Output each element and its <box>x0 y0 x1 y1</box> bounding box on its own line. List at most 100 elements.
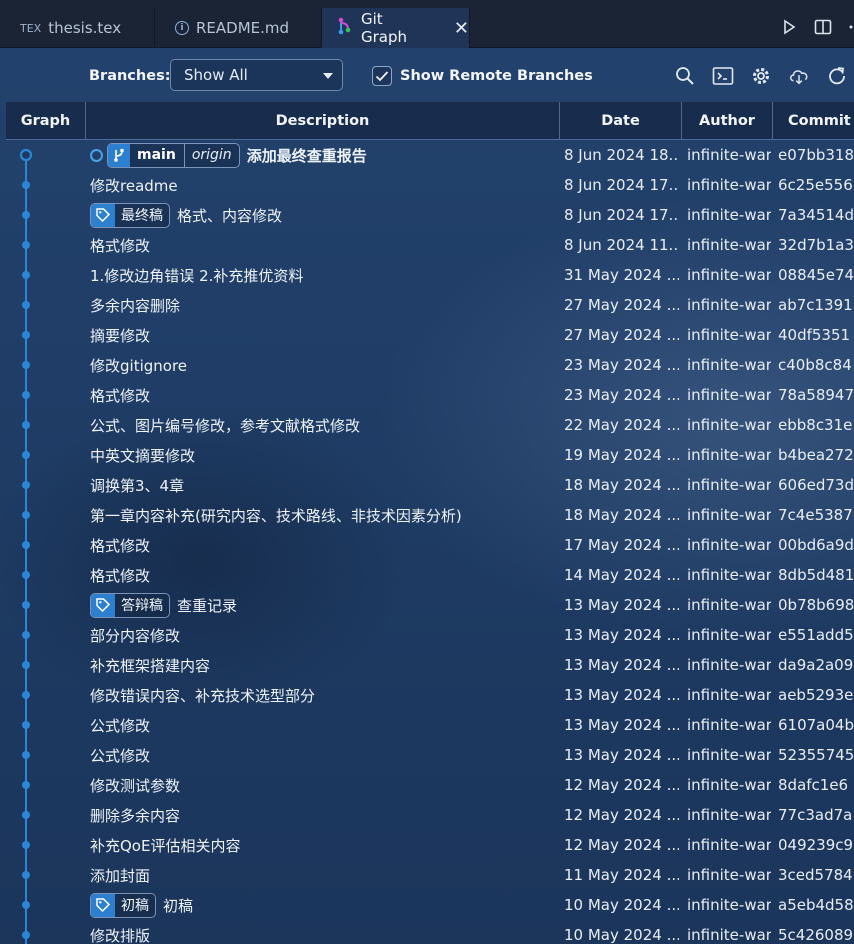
run-icon[interactable] <box>780 18 798 36</box>
tag-label[interactable]: 最终稿 <box>90 202 170 228</box>
commit-description: 格式修改 <box>90 230 150 260</box>
commit-date: 13 May 2024 ... <box>564 686 679 704</box>
commit-row[interactable]: 公式、图片编号修改，参考文献格式修改 22 May 2024 ... infinit… <box>0 410 854 440</box>
info-icon: i <box>175 21 189 35</box>
commit-row[interactable]: 调换第3、4章 18 May 2024 ... infinite-war 606ed7… <box>0 470 854 500</box>
commit-author: infinite-war <box>687 236 771 254</box>
commit-hash: e551add5 <box>778 626 854 644</box>
commit-row[interactable]: 删除多余内容 12 May 2024 ... infinite-war 77c3ad7… <box>0 800 854 830</box>
split-editor-icon[interactable] <box>814 18 832 36</box>
commit-author: infinite-war <box>687 716 771 734</box>
commit-row[interactable]: 补充QoE评估相关内容 12 May 2024 ... infinite-war 04… <box>0 830 854 860</box>
commit-author: infinite-war <box>687 416 771 434</box>
toolbar <box>674 65 848 87</box>
tab-readme[interactable]: i README.md <box>155 8 322 48</box>
column-header-author[interactable]: Author <box>682 102 773 140</box>
commit-author: infinite-war <box>687 626 771 644</box>
commit-description: 最终稿 格式、内容修改 <box>90 200 282 230</box>
show-remote-branches-checkbox[interactable] <box>372 66 392 86</box>
commit-description: 中英文摘要修改 <box>90 440 195 470</box>
commit-row[interactable]: 多余内容删除 27 May 2024 ... infinite-war ab7c139… <box>0 290 854 320</box>
commit-row[interactable]: 公式修改 13 May 2024 ... infinite-war 6107a04b <box>0 710 854 740</box>
column-header-description[interactable]: Description <box>86 102 560 140</box>
commit-hash: 0b78b698 <box>778 596 854 614</box>
tag-label[interactable]: 答辩稿 <box>90 592 170 618</box>
commit-description: 修改gitignore <box>90 350 187 380</box>
commit-row[interactable]: 添加封面 11 May 2024 ... infinite-war 3ced5784 <box>0 860 854 890</box>
commit-row[interactable]: 答辩稿 查重记录 13 May 2024 ... infinite-war 0b78b6… <box>0 590 854 620</box>
fetch-cloud-icon[interactable] <box>788 65 810 87</box>
tag-name: 初稿 <box>121 898 149 914</box>
commit-date: 8 Jun 2024 17... <box>564 176 679 194</box>
commit-row[interactable]: 格式修改 8 Jun 2024 11... infinite-war 32d7b1a3 <box>0 230 854 260</box>
chevron-down-icon <box>323 73 333 79</box>
commit-author: infinite-war <box>687 536 771 554</box>
commit-hash: 77c3ad7a <box>778 806 853 824</box>
commit-author: infinite-war <box>687 926 771 944</box>
refresh-icon[interactable] <box>826 65 848 87</box>
commit-row[interactable]: 初稿 初稿 10 May 2024 ... infinite-war a5eb4d58 <box>0 890 854 920</box>
tag-icon <box>91 893 115 917</box>
commit-description: 公式、图片编号修改，参考文献格式修改 <box>90 410 360 440</box>
commit-date: 23 May 2024 ... <box>564 386 679 404</box>
column-header-date[interactable]: Date <box>560 102 682 140</box>
tag-icon <box>91 593 115 617</box>
commit-hash: 08845e74 <box>778 266 854 284</box>
commit-row[interactable]: 部分内容修改 13 May 2024 ... infinite-war e551add… <box>0 620 854 650</box>
commit-table-header: Graph Description Date Author Commit <box>6 102 854 140</box>
commit-message: 1.修改边角错误 2.补充推优资料 <box>90 266 304 285</box>
column-header-commit[interactable]: Commit <box>773 102 854 140</box>
commit-row[interactable]: 格式修改 17 May 2024 ... infinite-war 00bd6a9d <box>0 530 854 560</box>
commit-hash: 7c4e5387 <box>778 506 853 524</box>
commit-row[interactable]: 第一章内容补充(研究内容、技术路线、非技术因素分析) 18 May 2024 ..… <box>0 500 854 530</box>
commit-row[interactable]: 中英文摘要修改 19 May 2024 ... infinite-war b4bea2… <box>0 440 854 470</box>
column-header-graph[interactable]: Graph <box>6 102 86 140</box>
commit-row[interactable]: main origin 添加最终查重报告 8 Jun 2024 18... infini… <box>0 140 854 170</box>
gear-icon[interactable] <box>750 65 772 87</box>
branch-label-main[interactable]: main origin <box>107 142 240 168</box>
commit-date: 18 May 2024 ... <box>564 476 679 494</box>
commit-date: 13 May 2024 ... <box>564 626 679 644</box>
commit-date: 13 May 2024 ... <box>564 716 679 734</box>
branches-dropdown[interactable]: Show All <box>170 59 343 91</box>
commit-hash: da9a2a09 <box>778 656 854 674</box>
commit-message: 公式修改 <box>90 746 151 765</box>
commit-author: infinite-war <box>687 206 771 224</box>
terminal-icon[interactable] <box>712 65 734 87</box>
commit-description: 多余内容删除 <box>90 290 180 320</box>
tab-git-graph[interactable]: Git Graph ✕ <box>322 8 470 48</box>
commit-message: 修改readme <box>90 176 178 195</box>
show-remote-branches-label: Show Remote Branches <box>400 68 593 84</box>
commit-row[interactable]: 修改排版 10 May 2024 ... infinite-war 5c426089 <box>0 920 854 944</box>
commit-row[interactable]: 修改gitignore 23 May 2024 ... infinite-war c4… <box>0 350 854 380</box>
commit-date: 23 May 2024 ... <box>564 356 679 374</box>
commit-row[interactable]: 摘要修改 27 May 2024 ... infinite-war 40df5351 <box>0 320 854 350</box>
commit-description: 摘要修改 <box>90 320 150 350</box>
commit-row[interactable]: 格式修改 23 May 2024 ... infinite-war 78a58947 <box>0 380 854 410</box>
checkmark-icon <box>375 71 389 82</box>
commit-description: 公式修改 <box>90 740 150 770</box>
commit-row[interactable]: 格式修改 14 May 2024 ... infinite-war 8db5d481 <box>0 560 854 590</box>
commit-row[interactable]: 修改readme 8 Jun 2024 17... infinite-war 6c25… <box>0 170 854 200</box>
tab-thesis-tex[interactable]: TEX thesis.tex <box>0 8 155 48</box>
close-icon[interactable]: ✕ <box>454 18 469 39</box>
commit-row[interactable]: 补充框架搭建内容 13 May 2024 ... infinite-war da9a2… <box>0 650 854 680</box>
commit-date: 17 May 2024 ... <box>564 536 679 554</box>
more-actions-icon[interactable] <box>848 18 854 36</box>
commit-author: infinite-war <box>687 296 771 314</box>
commit-hash: c40b8c84 <box>778 356 852 374</box>
commit-date: 8 Jun 2024 11... <box>564 236 679 254</box>
commit-message: 第一章内容补充(研究内容、技术路线、非技术因素分析) <box>90 506 462 525</box>
search-icon[interactable] <box>674 65 696 87</box>
commit-row[interactable]: 修改错误内容、补充技术选型部分 13 May 2024 ... infinite-w… <box>0 680 854 710</box>
editor-tab-bar: TEX thesis.tex i README.md Git Graph ✕ <box>0 0 854 48</box>
commit-row[interactable]: 修改测试参数 12 May 2024 ... infinite-war 8dafc1e… <box>0 770 854 800</box>
tag-label[interactable]: 初稿 <box>90 892 156 918</box>
commit-message: 格式、内容修改 <box>177 206 283 225</box>
tab-label: Git Graph <box>361 10 408 46</box>
commit-row[interactable]: 1.修改边角错误 2.补充推优资料 31 May 2024 ... infinite… <box>0 260 854 290</box>
commit-row[interactable]: 公式修改 13 May 2024 ... infinite-war 52355745 <box>0 740 854 770</box>
commit-row[interactable]: 最终稿 格式、内容修改 8 Jun 2024 17... infinite-war 7a… <box>0 200 854 230</box>
commit-hash: 5c426089 <box>778 926 854 944</box>
commit-description: 补充框架搭建内容 <box>90 650 210 680</box>
